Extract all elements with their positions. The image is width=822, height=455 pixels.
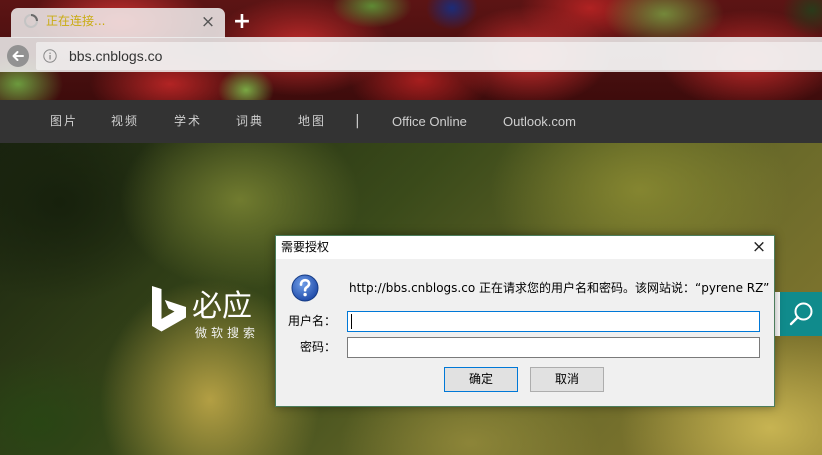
search-icon: [789, 302, 813, 326]
username-label: 用户名：: [287, 314, 336, 328]
nav-item-images[interactable]: 图片: [50, 100, 78, 143]
bing-logo-tagline: 微软搜索: [195, 326, 260, 340]
nav-separator: |: [355, 113, 360, 129]
dialog-title: 需要授权: [281, 240, 330, 254]
password-field-wrapper: [347, 337, 760, 358]
dialog-message: http://bbs.cnblogs.co 正在请求您的用户名和密码。该网站说：…: [349, 281, 770, 295]
dialog-titlebar[interactable]: 需要授权 ×: [276, 236, 774, 259]
password-label: 密码：: [299, 340, 336, 354]
nav-link-office-online[interactable]: Office Online: [392, 100, 467, 143]
browser-tab-active[interactable]: 正在连接... ×: [11, 8, 225, 38]
nav-item-maps[interactable]: 地图: [298, 100, 326, 143]
tab-close-icon[interactable]: ×: [199, 12, 217, 32]
nav-item-videos[interactable]: 视频: [111, 100, 139, 143]
ok-button[interactable]: 确定: [444, 367, 518, 392]
nav-link-outlook[interactable]: Outlook.com: [503, 100, 576, 143]
new-tab-button[interactable]: +: [232, 10, 252, 34]
cancel-button[interactable]: 取消: [530, 367, 604, 392]
password-input[interactable]: [347, 337, 760, 358]
search-button[interactable]: [780, 292, 822, 336]
back-arrow-icon[interactable]: [7, 45, 29, 67]
question-icon: [291, 274, 319, 302]
bing-nav-bar: 图片 视频 学术 词典 地图 | Office Online Outlook.c…: [0, 100, 822, 143]
username-field-wrapper: [347, 311, 760, 332]
auth-dialog: 需要授权 × http://bbs.cnblogs.co 正在请求您的用户名和密…: [275, 235, 775, 407]
tab-title: 正在连接...: [46, 14, 106, 28]
nav-item-academic[interactable]: 学术: [174, 100, 202, 143]
nav-item-dictionary[interactable]: 词典: [236, 100, 264, 143]
bing-logo-name: 必应: [192, 289, 252, 324]
spinner-icon: [24, 14, 38, 28]
username-input[interactable]: [347, 311, 760, 332]
dialog-close-icon[interactable]: ×: [744, 236, 774, 259]
info-icon[interactable]: [43, 49, 57, 63]
address-url-text[interactable]: bbs.cnblogs.co: [69, 48, 162, 65]
bing-b-logo-icon: [152, 286, 186, 332]
